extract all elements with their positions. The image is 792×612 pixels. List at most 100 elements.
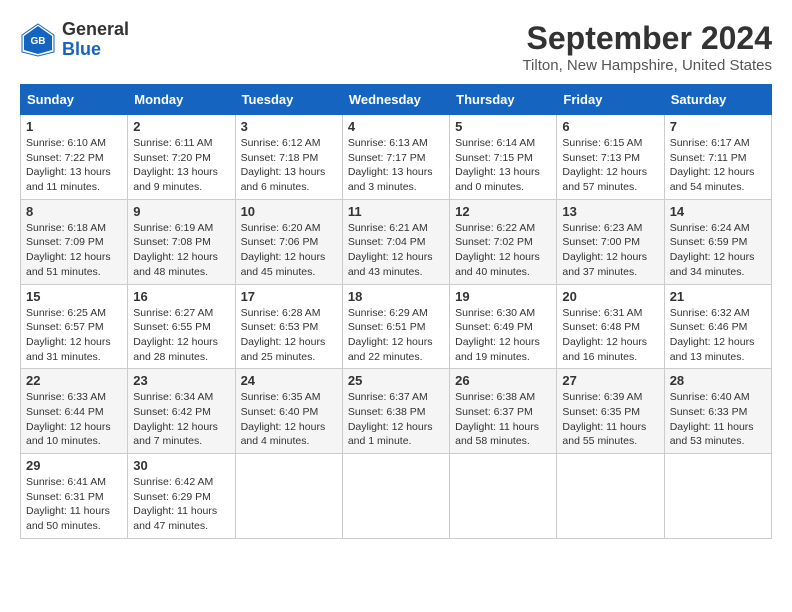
calendar-week-row: 1 Sunrise: 6:10 AMSunset: 7:22 PMDaylight…: [21, 115, 772, 200]
day-info: Sunrise: 6:22 AMSunset: 7:02 PMDaylight:…: [455, 221, 551, 280]
calendar-week-row: 22 Sunrise: 6:33 AMSunset: 6:44 PMDayligh…: [21, 369, 772, 454]
calendar-cell: [557, 454, 664, 539]
calendar-cell: 13 Sunrise: 6:23 AMSunset: 7:00 PMDayligh…: [557, 199, 664, 284]
calendar-table: SundayMondayTuesdayWednesdayThursdayFrid…: [20, 84, 772, 539]
day-number: 4: [348, 119, 444, 134]
calendar-cell: 30Sunrise: 6:42 AMSunset: 6:29 PMDayligh…: [128, 454, 235, 539]
day-info: Sunrise: 6:15 AMSunset: 7:13 PMDaylight:…: [562, 136, 658, 195]
location: Tilton, New Hampshire, United States: [522, 57, 772, 74]
day-info: Sunrise: 6:24 AMSunset: 6:59 PMDaylight:…: [670, 221, 766, 280]
calendar-cell: 22 Sunrise: 6:33 AMSunset: 6:44 PMDayligh…: [21, 369, 128, 454]
calendar-cell: 5 Sunrise: 6:14 AMSunset: 7:15 PMDaylight…: [450, 115, 557, 200]
calendar-cell: 3Sunrise: 6:12 AMSunset: 7:18 PMDaylight…: [235, 115, 342, 200]
day-number: 16: [133, 289, 229, 304]
calendar-cell: 10 Sunrise: 6:20 AMSunset: 7:06 PMDayligh…: [235, 199, 342, 284]
day-number: 3: [241, 119, 337, 134]
calendar-cell: 26 Sunrise: 6:38 AMSunset: 6:37 PMDayligh…: [450, 369, 557, 454]
day-info: Sunrise: 6:25 AMSunset: 6:57 PMDaylight:…: [26, 306, 122, 365]
calendar-cell: 14 Sunrise: 6:24 AMSunset: 6:59 PMDayligh…: [664, 199, 771, 284]
day-info: Sunrise: 6:19 AMSunset: 7:08 PMDaylight:…: [133, 221, 229, 280]
calendar-cell: 9Sunrise: 6:19 AMSunset: 7:08 PMDaylight…: [128, 199, 235, 284]
day-number: 20: [562, 289, 658, 304]
day-number: 17: [241, 289, 337, 304]
calendar-cell: 23Sunrise: 6:34 AMSunset: 6:42 PMDayligh…: [128, 369, 235, 454]
day-number: 14: [670, 204, 766, 219]
day-info: Sunrise: 6:10 AMSunset: 7:22 PMDaylight:…: [26, 136, 122, 195]
day-info: Sunrise: 6:39 AMSunset: 6:35 PMDaylight:…: [562, 390, 658, 449]
day-info: Sunrise: 6:28 AMSunset: 6:53 PMDaylight:…: [241, 306, 337, 365]
calendar-cell: [342, 454, 449, 539]
day-of-week-header: Thursday: [450, 85, 557, 115]
calendar-cell: 18Sunrise: 6:29 AMSunset: 6:51 PMDayligh…: [342, 284, 449, 369]
day-info: Sunrise: 6:40 AMSunset: 6:33 PMDaylight:…: [670, 390, 766, 449]
calendar-cell: 25 Sunrise: 6:37 AMSunset: 6:38 PMDayligh…: [342, 369, 449, 454]
day-number: 22: [26, 373, 122, 388]
calendar-cell: 16Sunrise: 6:27 AMSunset: 6:55 PMDayligh…: [128, 284, 235, 369]
day-number: 23: [133, 373, 229, 388]
calendar-cell: 1 Sunrise: 6:10 AMSunset: 7:22 PMDaylight…: [21, 115, 128, 200]
day-number: 26: [455, 373, 551, 388]
day-number: 28: [670, 373, 766, 388]
day-number: 25: [348, 373, 444, 388]
calendar-cell: 24 Sunrise: 6:35 AMSunset: 6:40 PMDayligh…: [235, 369, 342, 454]
day-number: 2: [133, 119, 229, 134]
day-of-week-header: Friday: [557, 85, 664, 115]
day-number: 7: [670, 119, 766, 134]
day-number: 29: [26, 458, 122, 473]
day-info: Sunrise: 6:30 AMSunset: 6:49 PMDaylight:…: [455, 306, 551, 365]
day-number: 13: [562, 204, 658, 219]
calendar-cell: 20 Sunrise: 6:31 AMSunset: 6:48 PMDayligh…: [557, 284, 664, 369]
calendar-cell: 2Sunrise: 6:11 AMSunset: 7:20 PMDaylight…: [128, 115, 235, 200]
calendar-cell: 29 Sunrise: 6:41 AMSunset: 6:31 PMDayligh…: [21, 454, 128, 539]
calendar-week-row: 15 Sunrise: 6:25 AMSunset: 6:57 PMDayligh…: [21, 284, 772, 369]
day-of-week-header: Saturday: [664, 85, 771, 115]
calendar-cell: 7 Sunrise: 6:17 AMSunset: 7:11 PMDaylight…: [664, 115, 771, 200]
day-of-week-header: Wednesday: [342, 85, 449, 115]
calendar-cell: 21 Sunrise: 6:32 AMSunset: 6:46 PMDayligh…: [664, 284, 771, 369]
calendar-cell: 6 Sunrise: 6:15 AMSunset: 7:13 PMDaylight…: [557, 115, 664, 200]
day-number: 10: [241, 204, 337, 219]
calendar-cell: 28 Sunrise: 6:40 AMSunset: 6:33 PMDayligh…: [664, 369, 771, 454]
calendar-cell: 27 Sunrise: 6:39 AMSunset: 6:35 PMDayligh…: [557, 369, 664, 454]
day-info: Sunrise: 6:31 AMSunset: 6:48 PMDaylight:…: [562, 306, 658, 365]
day-info: Sunrise: 6:17 AMSunset: 7:11 PMDaylight:…: [670, 136, 766, 195]
calendar-cell: 19Sunrise: 6:30 AMSunset: 6:49 PMDayligh…: [450, 284, 557, 369]
page-header: GB General Blue September 2024 Tilton, N…: [20, 20, 772, 74]
day-number: 8: [26, 204, 122, 219]
day-number: 21: [670, 289, 766, 304]
calendar-cell: 15 Sunrise: 6:25 AMSunset: 6:57 PMDayligh…: [21, 284, 128, 369]
day-number: 12: [455, 204, 551, 219]
day-info: Sunrise: 6:18 AMSunset: 7:09 PMDaylight:…: [26, 221, 122, 280]
day-info: Sunrise: 6:23 AMSunset: 7:00 PMDaylight:…: [562, 221, 658, 280]
calendar-cell: 4 Sunrise: 6:13 AMSunset: 7:17 PMDaylight…: [342, 115, 449, 200]
calendar-header-row: SundayMondayTuesdayWednesdayThursdayFrid…: [21, 85, 772, 115]
day-number: 11: [348, 204, 444, 219]
day-info: Sunrise: 6:13 AMSunset: 7:17 PMDaylight:…: [348, 136, 444, 195]
calendar-cell: 12 Sunrise: 6:22 AMSunset: 7:02 PMDayligh…: [450, 199, 557, 284]
calendar-cell: [235, 454, 342, 539]
day-number: 27: [562, 373, 658, 388]
day-number: 24: [241, 373, 337, 388]
day-number: 15: [26, 289, 122, 304]
day-info: Sunrise: 6:35 AMSunset: 6:40 PMDaylight:…: [241, 390, 337, 449]
calendar-week-row: 29 Sunrise: 6:41 AMSunset: 6:31 PMDayligh…: [21, 454, 772, 539]
logo: GB General Blue: [20, 20, 129, 60]
calendar-cell: 8 Sunrise: 6:18 AMSunset: 7:09 PMDaylight…: [21, 199, 128, 284]
day-info: Sunrise: 6:41 AMSunset: 6:31 PMDaylight:…: [26, 475, 122, 534]
title-block: September 2024 Tilton, New Hampshire, Un…: [522, 20, 772, 74]
logo-icon: GB: [20, 22, 56, 58]
day-info: Sunrise: 6:32 AMSunset: 6:46 PMDaylight:…: [670, 306, 766, 365]
day-number: 18: [348, 289, 444, 304]
day-info: Sunrise: 6:33 AMSunset: 6:44 PMDaylight:…: [26, 390, 122, 449]
day-number: 5: [455, 119, 551, 134]
day-number: 1: [26, 119, 122, 134]
day-info: Sunrise: 6:38 AMSunset: 6:37 PMDaylight:…: [455, 390, 551, 449]
day-number: 6: [562, 119, 658, 134]
calendar-cell: [664, 454, 771, 539]
day-of-week-header: Monday: [128, 85, 235, 115]
day-info: Sunrise: 6:20 AMSunset: 7:06 PMDaylight:…: [241, 221, 337, 280]
day-of-week-header: Sunday: [21, 85, 128, 115]
day-info: Sunrise: 6:37 AMSunset: 6:38 PMDaylight:…: [348, 390, 444, 449]
day-info: Sunrise: 6:14 AMSunset: 7:15 PMDaylight:…: [455, 136, 551, 195]
day-info: Sunrise: 6:42 AMSunset: 6:29 PMDaylight:…: [133, 475, 229, 534]
